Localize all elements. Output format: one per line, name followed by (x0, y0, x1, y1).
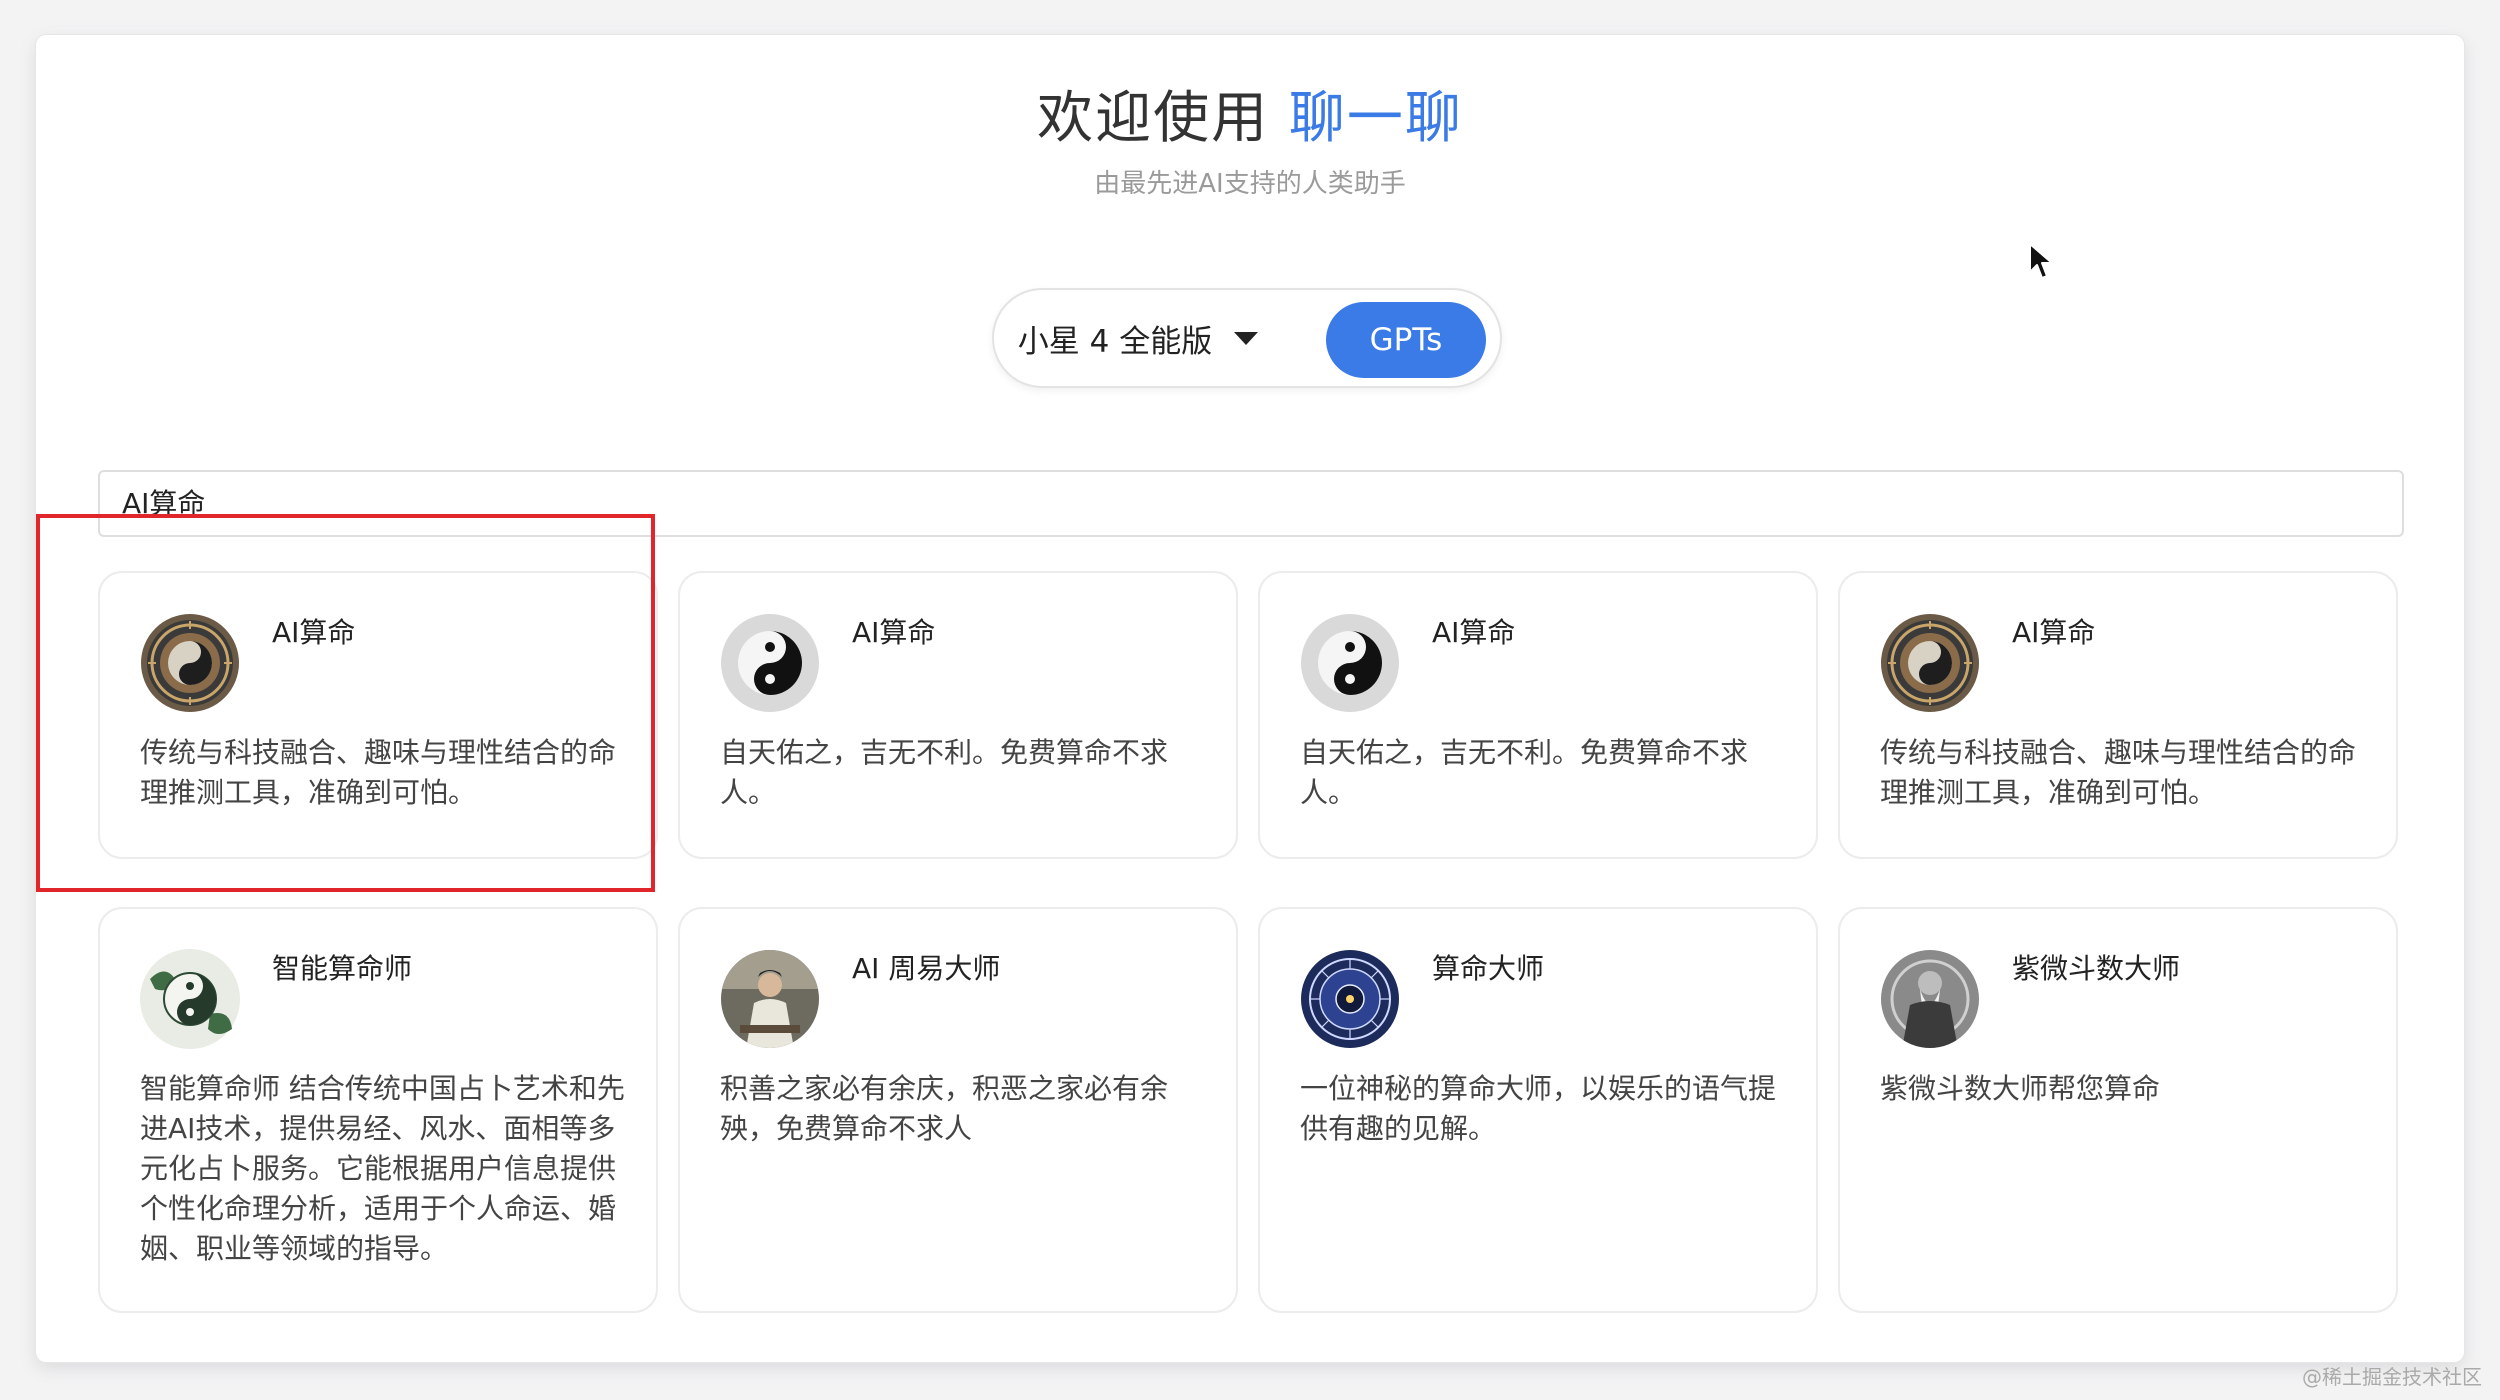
card-title: AI算命 (1432, 616, 1516, 649)
page-subtitle: 由最先进AI支持的人类助手 (1094, 169, 1406, 199)
card-description: 智能算命师 结合传统中国占卜艺术和先进AI技术，提供易经、风水、面相等多元化占卜… (140, 1072, 625, 1265)
yin-yang-painting-icon (140, 949, 240, 1049)
gpt-card-ai-suanming-2[interactable]: AI算命 自天佑之，吉无不利。免费算命不求人。 (678, 571, 1238, 859)
zodiac-wheel-icon (1301, 950, 1399, 1048)
title-prefix: 欢迎使用 (1037, 86, 1270, 151)
gpt-card-ziwei-doushu-dashi[interactable]: 紫微斗数大师 紫微斗数大师帮您算命 (1838, 907, 2398, 1313)
yin-yang-icon (721, 614, 819, 712)
app-window: 欢迎使用 聊一聊 由最先进AI支持的人类助手 小星 4 全能版 GPTs AI算… (36, 35, 2464, 1362)
card-description: 传统与科技融合、趣味与理性结合的命理推测工具，准确到可怕。 (140, 736, 617, 809)
scholar-portrait-icon (721, 950, 819, 1048)
watermark: @稀土掘金技术社区 (2302, 1365, 2482, 1389)
yin-yang-icon (1301, 614, 1399, 712)
gpt-card-zhouyi-dashi[interactable]: AI 周易大师 积善之家必有余庆，积恶之家必有余殃，免费算命不求人 (678, 907, 1238, 1313)
search-input[interactable]: AI算命 (98, 470, 2404, 537)
card-description: 自天佑之，吉无不利。免费算命不求人。 (1300, 736, 1749, 809)
card-title: 紫微斗数大师 (2012, 952, 2181, 985)
compass-icon (1881, 614, 1979, 712)
card-description: 紫微斗数大师帮您算命 (1880, 1072, 2161, 1105)
gpt-card-ai-suanming-1[interactable]: AI算命 传统与科技融合、趣味与理性结合的命理推测工具，准确到可怕。 (98, 571, 658, 859)
card-title: AI算命 (852, 616, 936, 649)
card-title: 算命大师 (1432, 952, 1545, 985)
title-brand: 聊一聊 (1288, 86, 1463, 151)
card-description: 积善之家必有余庆，积恶之家必有余殃，免费算命不求人 (720, 1072, 1169, 1145)
caret-down-icon (1234, 331, 1259, 345)
gpt-card-ai-suanming-3[interactable]: AI算命 自天佑之，吉无不利。免费算命不求人。 (1258, 571, 1818, 859)
gpt-card-suanming-dashi[interactable]: 算命大师 一位神秘的算命大师，以娱乐的语气提供有趣的见解。 (1258, 907, 1818, 1313)
card-title: AI算命 (272, 616, 356, 649)
card-description: 传统与科技融合、趣味与理性结合的命理推测工具，准确到可怕。 (1880, 736, 2357, 809)
sage-portrait-icon (1881, 950, 1979, 1048)
page-title: 欢迎使用 聊一聊 (36, 85, 2464, 153)
gpt-card-zhineng-suanmingshi[interactable]: 智能算命师 智能算命师 结合传统中国占卜艺术和先进AI技术，提供易经、风水、面相… (98, 907, 658, 1313)
card-description: 一位神秘的算命大师，以娱乐的语气提供有趣的见解。 (1300, 1072, 1777, 1145)
compass-icon (141, 614, 239, 712)
mouse-cursor-icon (2029, 243, 2053, 279)
card-title: AI 周易大师 (852, 952, 1001, 985)
card-title: AI算命 (2012, 616, 2096, 649)
card-title: 智能算命师 (272, 952, 413, 985)
model-select-dropdown[interactable]: 小星 4 全能版 (1008, 302, 1268, 374)
model-select-label: 小星 4 全能版 (1017, 323, 1213, 360)
card-description: 自天佑之，吉无不利。免费算命不求人。 (720, 736, 1169, 809)
gpts-button[interactable]: GPTs (1326, 302, 1486, 378)
gpt-card-ai-suanming-4[interactable]: AI算命 传统与科技融合、趣味与理性结合的命理推测工具，准确到可怕。 (1838, 571, 2398, 859)
model-switch: 小星 4 全能版 GPTs (992, 288, 1502, 388)
